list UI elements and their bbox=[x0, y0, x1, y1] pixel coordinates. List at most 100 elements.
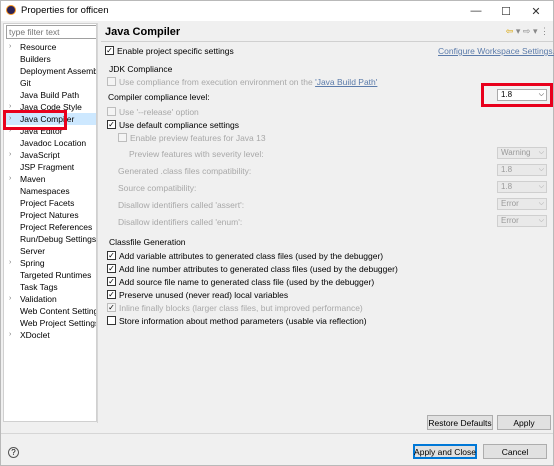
tree-item-label: JSP Fragment bbox=[20, 162, 75, 172]
tree-item[interactable]: Task Tags bbox=[4, 281, 96, 293]
tree-item-label: Project Facets bbox=[20, 198, 75, 208]
page-navigation: ⇦ ▾ ⇨ ▾ ⋮ bbox=[506, 26, 549, 37]
page-title: Java Compiler bbox=[105, 26, 181, 38]
chevron-right-icon[interactable]: › bbox=[9, 293, 11, 305]
chevron-down-icon: ⌵ bbox=[538, 166, 544, 173]
tree-item[interactable]: Server bbox=[4, 245, 96, 257]
tree-item[interactable]: Builders bbox=[4, 53, 96, 65]
back-menu-icon[interactable]: ▾ bbox=[516, 26, 521, 36]
preview-severity-select: Warning ⌵ bbox=[497, 147, 547, 159]
preview-features-checkbox bbox=[118, 133, 127, 142]
disallow-enum-select: Error ⌵ bbox=[497, 215, 547, 227]
preview-severity-label: Preview features with severity level: bbox=[129, 149, 264, 159]
tree-item[interactable]: Web Content Setting bbox=[4, 305, 96, 317]
configure-workspace-link[interactable]: Configure Workspace Settings... bbox=[438, 46, 554, 56]
enable-project-label: Enable project specific settings bbox=[117, 46, 234, 56]
tree-item[interactable]: › Resource bbox=[4, 41, 96, 53]
minimize-button[interactable]: — bbox=[461, 1, 491, 21]
maximize-button[interactable]: ☐ bbox=[491, 1, 521, 21]
source-compat-select: 1.8 ⌵ bbox=[497, 181, 547, 193]
tree-item[interactable]: Namespaces bbox=[4, 185, 96, 197]
chevron-right-icon[interactable]: › bbox=[9, 41, 11, 53]
tree-item-label: Project References bbox=[20, 222, 93, 232]
line-number-checkbox[interactable]: ✓ bbox=[107, 264, 116, 273]
tree-item[interactable]: › Validation bbox=[4, 293, 96, 305]
tree-item-label: Task Tags bbox=[20, 282, 58, 292]
tree-item-label: Deployment Assemb bbox=[20, 66, 97, 76]
apply-button[interactable]: Apply bbox=[497, 415, 551, 430]
tree-item[interactable]: Project Facets bbox=[4, 197, 96, 209]
release-option-checkbox bbox=[107, 107, 116, 116]
preview-features-label: Enable preview features for Java 13 bbox=[130, 133, 266, 143]
tree-item[interactable]: › Maven bbox=[4, 173, 96, 185]
apply-and-close-button[interactable]: Apply and Close bbox=[413, 444, 477, 459]
line-number-label: Add line number attributes to generated … bbox=[119, 264, 398, 274]
source-file-checkbox[interactable]: ✓ bbox=[107, 277, 116, 286]
heading-separator bbox=[101, 41, 553, 42]
tree-item[interactable]: Run/Debug Settings bbox=[4, 233, 96, 245]
tree-item-label: Targeted Runtimes bbox=[20, 270, 92, 280]
generated-compat-label: Generated .class files compatibility: bbox=[118, 166, 252, 176]
disallow-assert-select: Error ⌵ bbox=[497, 198, 547, 210]
tree-item[interactable]: Project Natures bbox=[4, 209, 96, 221]
chevron-down-icon: ⌵ bbox=[538, 149, 544, 156]
panel-divider[interactable] bbox=[97, 23, 98, 423]
default-compliance-checkbox[interactable]: ✓ bbox=[107, 120, 116, 129]
tree-item-label: Builders bbox=[20, 54, 51, 64]
chevron-right-icon[interactable]: › bbox=[9, 173, 11, 185]
source-file-label: Add source file name to generated class … bbox=[119, 277, 375, 287]
chevron-down-icon: ⌵ bbox=[538, 200, 544, 207]
variable-attributes-checkbox[interactable]: ✓ bbox=[107, 251, 116, 260]
tree-item[interactable]: › JavaScript bbox=[4, 149, 96, 161]
filter-input[interactable] bbox=[6, 25, 96, 39]
use-env-checkbox bbox=[107, 77, 116, 86]
forward-menu-icon[interactable]: ▾ bbox=[533, 26, 538, 36]
java-build-path-link[interactable]: 'Java Build Path' bbox=[315, 77, 377, 87]
tree-item[interactable]: Project References bbox=[4, 221, 96, 233]
view-menu-icon[interactable]: ⋮ bbox=[540, 26, 549, 36]
inline-finally-label: Inline finally blocks (larger class file… bbox=[119, 303, 363, 313]
close-button[interactable]: ✕ bbox=[521, 1, 551, 21]
chevron-right-icon[interactable]: › bbox=[9, 149, 11, 161]
preserve-unused-checkbox[interactable]: ✓ bbox=[107, 290, 116, 299]
tree-item[interactable]: Web Project Settings bbox=[4, 317, 96, 329]
tree-item-label: Project Natures bbox=[20, 210, 79, 220]
tree-item-label: Resource bbox=[20, 42, 57, 52]
disallow-assert-label: Disallow identifiers called 'assert': bbox=[118, 200, 245, 210]
tree-item-label: Namespaces bbox=[20, 186, 70, 196]
tree-item-label: Spring bbox=[20, 258, 45, 268]
tree-item[interactable]: › XDoclet bbox=[4, 329, 96, 341]
tree-item[interactable]: Targeted Runtimes bbox=[4, 269, 96, 281]
highlight-compliance-level bbox=[481, 83, 553, 107]
method-parameters-checkbox[interactable] bbox=[107, 316, 116, 325]
tree-item-label: Web Project Settings bbox=[20, 318, 97, 328]
property-tree: › Resource Builders Deployment Assemb Git Jav… bbox=[4, 41, 96, 341]
tree-item[interactable]: Java Build Path bbox=[4, 89, 96, 101]
enable-project-checkbox[interactable]: ✓ bbox=[105, 46, 114, 55]
chevron-down-icon: ⌵ bbox=[538, 217, 544, 224]
tree-item[interactable]: › Spring bbox=[4, 257, 96, 269]
footer-separator bbox=[1, 433, 553, 434]
chevron-right-icon[interactable]: › bbox=[9, 329, 11, 341]
tree-item[interactable]: JSP Fragment bbox=[4, 161, 96, 173]
tree-item-label: Git bbox=[20, 78, 31, 88]
help-icon[interactable]: ? bbox=[8, 447, 19, 458]
tree-item[interactable]: Javadoc Location bbox=[4, 137, 96, 149]
chevron-right-icon[interactable]: › bbox=[9, 257, 11, 269]
source-compat-value: 1.8 bbox=[501, 182, 513, 191]
tree-item-label: Web Content Setting bbox=[20, 306, 97, 316]
tree-item-label: Validation bbox=[20, 294, 57, 304]
disallow-enum-value: Error bbox=[501, 216, 519, 225]
tree-item[interactable]: Deployment Assemb bbox=[4, 65, 96, 77]
forward-arrow-icon[interactable]: ⇨ bbox=[523, 26, 531, 36]
inline-finally-checkbox: ✓ bbox=[107, 303, 116, 312]
cancel-button[interactable]: Cancel bbox=[483, 444, 547, 459]
title-bar: Properties for officen — ☐ ✕ bbox=[1, 1, 553, 21]
restore-defaults-button[interactable]: Restore Defaults bbox=[427, 415, 493, 430]
tree-item-label: Run/Debug Settings bbox=[20, 234, 97, 244]
tree-item-label: XDoclet bbox=[20, 330, 50, 340]
variable-attributes-label: Add variable attributes to generated cla… bbox=[119, 251, 384, 261]
method-parameters-label: Store information about method parameter… bbox=[119, 316, 367, 326]
back-arrow-icon[interactable]: ⇦ bbox=[506, 26, 514, 36]
tree-item[interactable]: Git bbox=[4, 77, 96, 89]
